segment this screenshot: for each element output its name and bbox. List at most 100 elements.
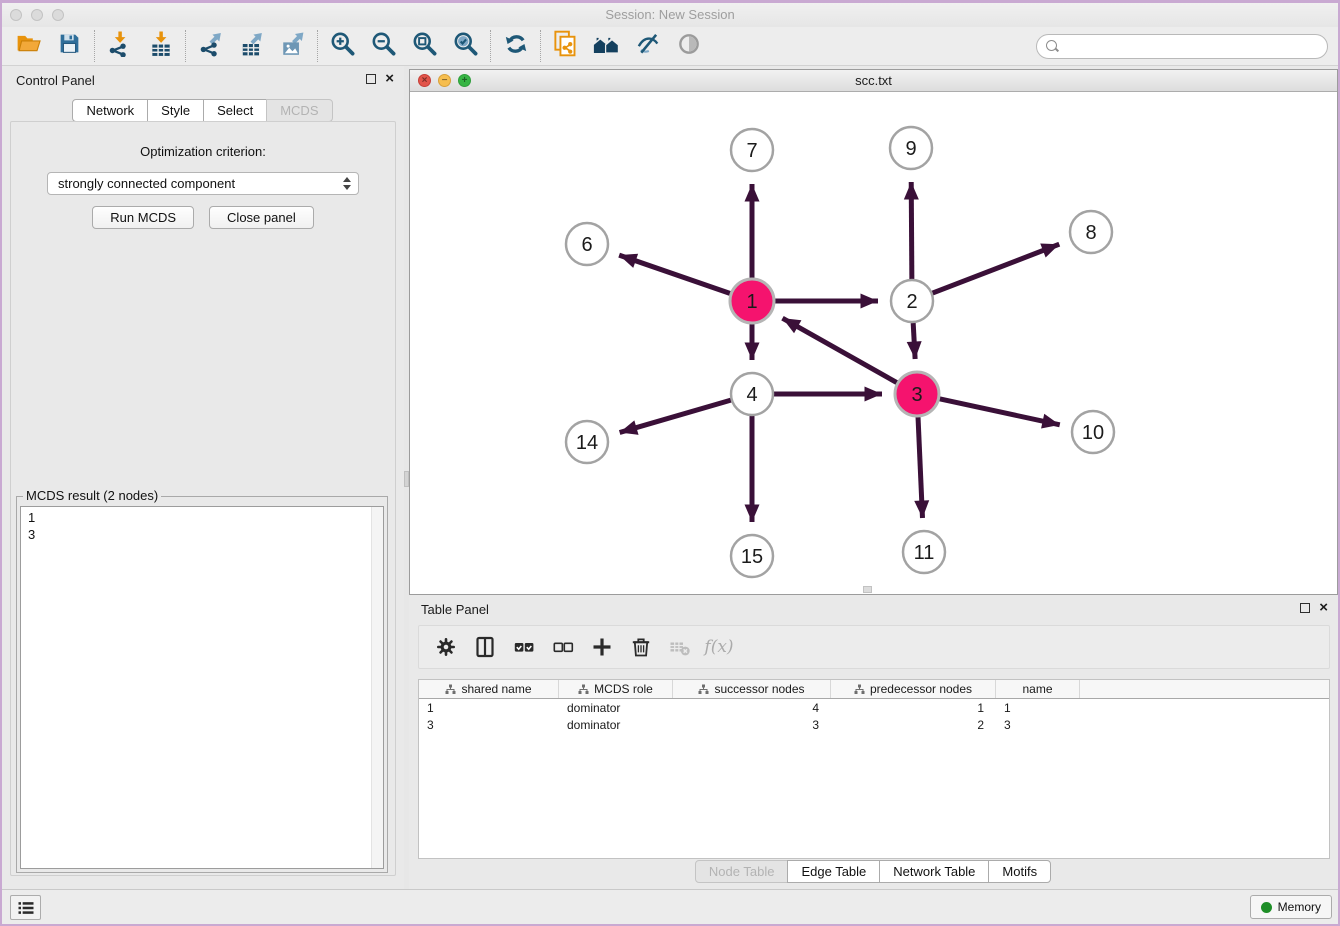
edge-3-1[interactable] xyxy=(782,318,896,383)
edge-1-6[interactable] xyxy=(619,255,730,293)
open-session-button[interactable] xyxy=(8,29,49,63)
cell-shared-name[interactable]: 3 xyxy=(419,718,559,732)
network-minimize-button[interactable]: − xyxy=(438,74,451,87)
edge-2-3[interactable] xyxy=(913,323,915,359)
network-maximize-button[interactable]: + xyxy=(458,74,471,87)
node-14[interactable]: 14 xyxy=(566,421,608,463)
column-header-shared-name[interactable]: shared name xyxy=(419,680,559,698)
refresh-icon xyxy=(503,31,529,62)
node-9[interactable]: 9 xyxy=(890,127,932,169)
export-table-button[interactable] xyxy=(231,29,272,63)
search-field[interactable] xyxy=(1036,34,1328,59)
zoom-in-icon xyxy=(329,30,356,62)
first-neighbors-button[interactable] xyxy=(586,29,627,63)
column-header-name[interactable]: name xyxy=(996,680,1080,698)
network-graph[interactable]: 7 9 6 8 1 2 4 3 14 10 15 11 xyxy=(410,92,1340,595)
search-input[interactable] xyxy=(1059,36,1327,56)
cell-name[interactable]: 1 xyxy=(996,701,1080,715)
canvas-scroll-grab[interactable] xyxy=(863,586,872,593)
delete-row-button[interactable] xyxy=(628,634,654,660)
tab-node-table[interactable]: Node Table xyxy=(695,860,789,883)
node-1[interactable]: 1 xyxy=(730,279,774,323)
eye-slash-icon xyxy=(635,31,661,62)
close-window-button[interactable] xyxy=(10,9,22,21)
node-table[interactable]: shared nameMCDS role successor nodes prede… xyxy=(418,679,1330,859)
cell-successor-nodes[interactable]: 4 xyxy=(673,701,831,715)
edge-4-14[interactable] xyxy=(620,400,731,432)
hide-graphics-details-button[interactable] xyxy=(627,29,668,63)
tab-network[interactable]: Network xyxy=(72,99,148,122)
tab-style[interactable]: Style xyxy=(147,99,204,122)
cell-shared-name[interactable]: 1 xyxy=(419,701,559,715)
close-panel-icon[interactable]: × xyxy=(1319,602,1328,614)
tab-mcds[interactable]: MCDS xyxy=(266,99,332,122)
close-panel-button[interactable]: Close panel xyxy=(209,206,314,229)
add-row-button[interactable] xyxy=(589,634,615,660)
node-8[interactable]: 8 xyxy=(1070,211,1112,253)
tab-select[interactable]: Select xyxy=(203,99,267,122)
column-label: successor nodes xyxy=(714,682,804,696)
minimize-window-button[interactable] xyxy=(31,9,43,21)
cell-mcds-role[interactable]: dominator xyxy=(559,718,673,732)
run-mcds-button[interactable]: Run MCDS xyxy=(92,206,194,229)
mcds-result-text[interactable]: 13 xyxy=(20,506,384,869)
node-4[interactable]: 4 xyxy=(731,373,773,415)
table-row[interactable]: 3dominator323 xyxy=(419,716,1329,733)
node-11[interactable]: 11 xyxy=(903,531,945,573)
zoom-in-button[interactable] xyxy=(322,29,363,63)
clone-network-button[interactable] xyxy=(545,29,586,63)
unselect-all-columns-button[interactable] xyxy=(550,634,576,660)
memory-label: Memory xyxy=(1278,900,1321,914)
edge-3-11[interactable] xyxy=(918,417,922,518)
network-close-button[interactable]: × xyxy=(418,74,431,87)
column-label: name xyxy=(1022,682,1052,696)
tab-edge-table[interactable]: Edge Table xyxy=(787,860,880,883)
cell-predecessor-nodes[interactable]: 1 xyxy=(831,701,996,715)
save-session-button[interactable] xyxy=(49,29,90,63)
node-7[interactable]: 7 xyxy=(731,129,773,171)
table-settings-button[interactable] xyxy=(433,634,459,660)
column-header-predecessor-nodes[interactable]: predecessor nodes xyxy=(831,680,996,698)
node-15[interactable]: 15 xyxy=(731,535,773,577)
table-panel: Table Panel × xyxy=(409,595,1338,889)
window-title: Session: New Session xyxy=(2,3,1338,27)
import-network-button[interactable] xyxy=(99,29,140,63)
cell-successor-nodes[interactable]: 3 xyxy=(673,718,831,732)
zoom-selected-button[interactable] xyxy=(445,29,486,63)
zoom-fit-button[interactable] xyxy=(404,29,445,63)
show-graphics-details-button[interactable] xyxy=(668,29,709,63)
maximize-window-button[interactable] xyxy=(52,9,64,21)
column-header-mcds-role[interactable]: MCDS role xyxy=(559,680,673,698)
edge-2-8[interactable] xyxy=(933,244,1060,293)
zoom-out-button[interactable] xyxy=(363,29,404,63)
memory-button[interactable]: Memory xyxy=(1250,895,1332,919)
float-panel-icon[interactable] xyxy=(366,74,376,84)
table-row[interactable]: 1dominator411 xyxy=(419,699,1329,716)
node-6[interactable]: 6 xyxy=(566,223,608,265)
tab-motifs[interactable]: Motifs xyxy=(988,860,1051,883)
apply-layout-button[interactable] xyxy=(495,29,536,63)
close-panel-icon[interactable]: × xyxy=(385,73,394,85)
export-network-button[interactable] xyxy=(190,29,231,63)
network-window-titlebar[interactable]: × − + scc.txt xyxy=(410,70,1337,92)
result-scrollbar[interactable] xyxy=(371,507,383,868)
node-10[interactable]: 10 xyxy=(1072,411,1114,453)
column-header-successor-nodes[interactable]: successor nodes xyxy=(673,680,831,698)
import-table-button[interactable] xyxy=(140,29,181,63)
float-panel-icon[interactable] xyxy=(1300,603,1310,613)
export-image-button[interactable] xyxy=(272,29,313,63)
edge-3-10[interactable] xyxy=(939,399,1059,425)
cell-mcds-role[interactable]: dominator xyxy=(559,701,673,715)
edge-2-9[interactable] xyxy=(911,182,912,279)
cell-predecessor-nodes[interactable]: 2 xyxy=(831,718,996,732)
task-history-button[interactable] xyxy=(10,895,41,920)
criterion-dropdown[interactable]: strongly connected component xyxy=(47,172,359,195)
tab-network-table[interactable]: Network Table xyxy=(879,860,989,883)
node-2[interactable]: 2 xyxy=(891,280,933,322)
select-all-columns-button[interactable] xyxy=(511,634,537,660)
node-3[interactable]: 3 xyxy=(895,372,939,416)
show-columns-button[interactable] xyxy=(472,634,498,660)
cell-name[interactable]: 3 xyxy=(996,718,1080,732)
toolbar-separator xyxy=(185,30,186,62)
network-canvas[interactable]: 7 9 6 8 1 2 4 3 14 10 15 11 xyxy=(410,92,1337,594)
